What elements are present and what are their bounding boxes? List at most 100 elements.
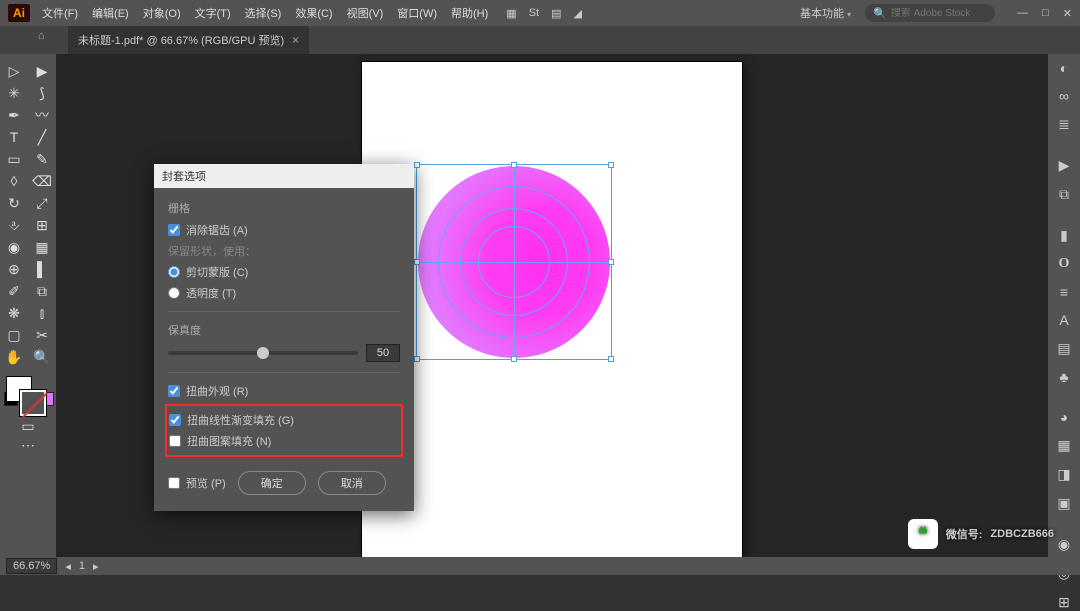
stroke-panel-icon[interactable]: ≡ <box>1060 284 1068 300</box>
rectangle-tool[interactable]: ▭ <box>0 148 28 170</box>
rotate-tool[interactable]: ↻ <box>0 192 28 214</box>
line-tool[interactable]: ╱ <box>28 126 56 148</box>
blend-tool[interactable]: ⧉ <box>28 280 56 302</box>
perspective-tool[interactable]: ▦ <box>28 236 56 258</box>
transparency-radio[interactable] <box>168 287 180 299</box>
layers-panel-icon[interactable]: ≣ <box>1058 116 1070 133</box>
clip-mask-radio[interactable] <box>168 266 180 278</box>
window-close[interactable]: ✕ <box>1063 7 1072 20</box>
free-transform-tool[interactable]: ⊞ <box>28 214 56 236</box>
distort-pattern-checkbox[interactable] <box>169 435 181 447</box>
symbol-sprayer-tool[interactable]: ❋ <box>0 302 28 324</box>
resize-handle[interactable] <box>608 162 614 168</box>
hand-tool[interactable]: ✋ <box>0 346 28 368</box>
ok-button[interactable]: 确定 <box>238 471 306 495</box>
resize-handle[interactable] <box>414 356 420 362</box>
type-tool[interactable]: T <box>0 126 28 148</box>
cancel-button[interactable]: 取消 <box>318 471 386 495</box>
artboard-tool[interactable]: ▢ <box>0 324 28 346</box>
appearance-panel-icon[interactable]: ◕ <box>1060 409 1068 425</box>
gradient-tool[interactable]: ▌ <box>28 258 56 280</box>
arrange-icon[interactable]: ▤ <box>551 7 561 20</box>
bridge-icon[interactable]: ▦ <box>506 7 516 20</box>
shaper-tool[interactable]: ◊ <box>0 170 28 192</box>
menu-view[interactable]: 视图(V) <box>347 5 384 21</box>
selection-bounding-box[interactable] <box>416 164 612 360</box>
type-panel-icon[interactable]: O <box>1059 256 1070 272</box>
artboards-panel-icon[interactable]: ▣ <box>1057 495 1070 512</box>
fill-stroke-swatch[interactable] <box>0 374 56 424</box>
document-tab-close[interactable]: × <box>292 33 299 47</box>
preview-checkbox[interactable] <box>168 477 180 489</box>
menu-help[interactable]: 帮助(H) <box>451 5 488 21</box>
status-nav-next[interactable]: ▸ <box>93 560 99 573</box>
menu-object[interactable]: 对象(O) <box>143 5 181 21</box>
distort-pattern-option[interactable]: 扭曲图案填充 (N) <box>169 433 399 449</box>
menu-effect[interactable]: 效果(C) <box>295 5 332 21</box>
graph-tool[interactable]: ⫾ <box>28 302 56 324</box>
resize-handle[interactable] <box>414 162 420 168</box>
search-input[interactable] <box>891 8 987 19</box>
antialias-checkbox[interactable] <box>168 224 180 236</box>
menu-type[interactable]: 文字(T) <box>195 5 231 21</box>
stock-icon[interactable]: St <box>529 7 539 20</box>
stroke-swatch[interactable] <box>20 390 46 416</box>
window-minimize[interactable]: — <box>1017 7 1028 20</box>
color-panel-icon[interactable]: ◨ <box>1057 466 1070 483</box>
home-icon[interactable]: ⌂ <box>38 30 45 42</box>
paintbrush-tool[interactable]: ✎ <box>28 148 56 170</box>
lasso-tool[interactable]: ⟆ <box>28 82 56 104</box>
search-box[interactable]: 🔍 <box>865 4 995 22</box>
width-tool[interactable]: ⎀ <box>0 214 28 236</box>
brushes-panel-icon[interactable]: ▮ <box>1060 227 1068 244</box>
menu-edit[interactable]: 编辑(E) <box>92 5 129 21</box>
magic-wand-tool[interactable]: ✳ <box>0 82 28 104</box>
pen-tool[interactable]: ✒ <box>0 104 28 126</box>
preview-option[interactable]: 预览 (P) <box>168 475 226 491</box>
zoom-level[interactable]: 66.67% <box>6 558 57 574</box>
zoom-tool[interactable]: 🔍 <box>28 346 56 368</box>
link-panel-icon[interactable]: ⧉ <box>1059 186 1069 203</box>
properties-panel-icon[interactable]: ◐ <box>1060 60 1068 76</box>
eyedropper-tool[interactable]: ✐ <box>0 280 28 302</box>
distort-gradient-checkbox[interactable] <box>169 414 181 426</box>
menu-window[interactable]: 窗口(W) <box>397 5 437 21</box>
transform-panel-icon[interactable]: ▦ <box>1057 437 1070 454</box>
fidelity-value[interactable]: 50 <box>366 344 400 362</box>
eraser-tool[interactable]: ⌫ <box>28 170 56 192</box>
distort-gradient-option[interactable]: 扭曲线性渐变填充 (G) <box>169 412 399 428</box>
resize-handle[interactable] <box>608 259 614 265</box>
transparency-option[interactable]: 透明度 (T) <box>168 285 400 301</box>
libraries-panel-icon[interactable]: ∞ <box>1059 88 1069 104</box>
fidelity-slider[interactable] <box>168 351 358 355</box>
antialias-option[interactable]: 消除锯齿 (A) <box>168 222 400 238</box>
shape-builder-tool[interactable]: ◉ <box>0 236 28 258</box>
window-maximize[interactable]: □ <box>1042 7 1049 20</box>
resize-handle[interactable] <box>608 356 614 362</box>
resize-handle[interactable] <box>511 356 517 362</box>
document-tab[interactable]: 未标题-1.pdf* @ 66.67% (RGB/GPU 预览) × <box>68 26 309 54</box>
symbols-panel-icon[interactable]: ◉ <box>1058 536 1070 553</box>
resize-handle[interactable] <box>511 162 517 168</box>
resize-handle[interactable] <box>414 259 420 265</box>
direct-selection-tool[interactable]: ▶ <box>28 60 56 82</box>
selection-tool[interactable]: ▷ <box>0 60 28 82</box>
workspace-switcher[interactable]: 基本功能 ▾ <box>800 5 851 21</box>
scale-tool[interactable]: ⤢ <box>28 192 56 214</box>
align-panel-icon[interactable]: ▤ <box>1057 340 1070 357</box>
slice-tool[interactable]: ✂ <box>28 324 56 346</box>
mesh-tool[interactable]: ⊕ <box>0 258 28 280</box>
gpu-icon[interactable]: ◢ <box>574 7 582 20</box>
curvature-tool[interactable]: 〰 <box>28 104 56 126</box>
more-panel-icon[interactable]: ⊞ <box>1058 594 1070 611</box>
distort-appearance-checkbox[interactable] <box>168 385 180 397</box>
clip-mask-option[interactable]: 剪切蒙版 (C) <box>168 264 400 280</box>
status-nav-prev[interactable]: ◂ <box>65 560 71 573</box>
menu-file[interactable]: 文件(F) <box>42 5 78 21</box>
distort-appearance-option[interactable]: 扭曲外观 (R) <box>168 383 400 399</box>
play-panel-icon[interactable]: ▶ <box>1059 157 1070 174</box>
slider-thumb[interactable] <box>257 347 269 359</box>
menu-select[interactable]: 选择(S) <box>245 5 282 21</box>
edit-toolbar[interactable]: ⋯ <box>0 434 56 456</box>
swatches-panel-icon[interactable]: ♣ <box>1059 369 1068 385</box>
